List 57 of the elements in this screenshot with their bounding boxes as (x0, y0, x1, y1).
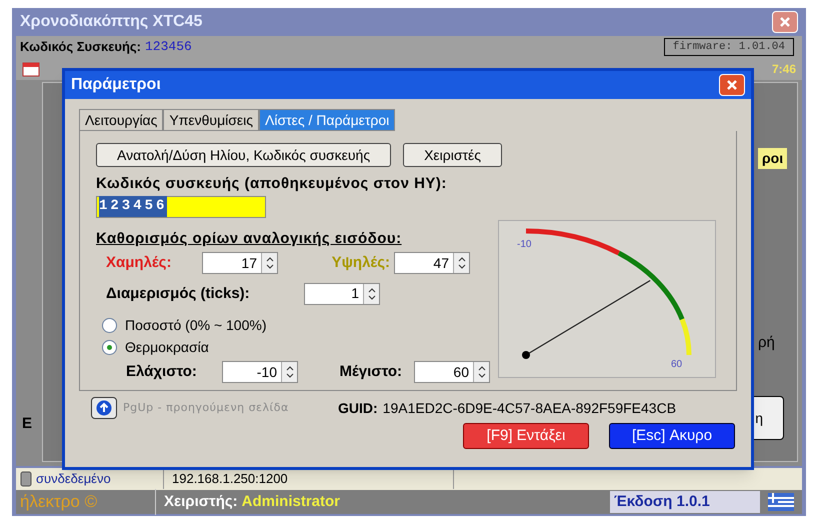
spin-field[interactable]: 60 (414, 361, 490, 384)
device-code-label: Κωδικός Συσκευής: (20, 38, 141, 56)
toolbar-button[interactable]: Ανατολή/Δύση Ηλίου, Κωδικός συσκευής (96, 143, 392, 167)
spin-field[interactable]: -10 (222, 361, 298, 384)
page-hint: PgUp - προηγούμενη σελίδα (123, 400, 290, 416)
version-text: Έκδοση 1.0.1 (610, 490, 760, 514)
tab[interactable]: Λίστες / Παράμετροι (259, 109, 396, 131)
calendar-icon[interactable] (22, 61, 40, 77)
gauge-min-label: -10 (517, 238, 532, 250)
toolbar-button[interactable]: Χειριστές (403, 143, 502, 167)
selected-text: 123456 (99, 196, 168, 217)
dialog-title: Παράμετροι (71, 75, 161, 95)
radio-label: Θερμοκρασία (125, 338, 209, 357)
device-code-field[interactable]: 123456 (96, 196, 266, 218)
guid-label: GUID: (338, 398, 378, 418)
spin-arrows-icon[interactable] (266, 256, 274, 270)
close-icon (726, 79, 738, 91)
device-code: 123456 (144, 38, 192, 56)
brand-text: ήλεκτρο © (16, 489, 156, 515)
gauge-max-label: 60 (671, 358, 682, 370)
radio-button[interactable] (102, 318, 117, 332)
flag-icon (768, 493, 794, 511)
cancel-button[interactable]: [Esc] Ακυρο (609, 423, 735, 449)
max-label: Μέγιστο: (338, 362, 403, 382)
close-button[interactable] (719, 74, 745, 96)
window-title: Χρονοδιακόπτης XTC45 (20, 12, 202, 32)
close-icon (779, 16, 791, 28)
tab[interactable]: Λειτουργίας (79, 109, 164, 131)
radio-button[interactable] (102, 340, 117, 354)
min-label: Ελάχιστο: (126, 362, 198, 382)
spin-arrows-icon[interactable] (368, 286, 376, 301)
spin-field[interactable]: 1 (304, 282, 380, 305)
spin-arrows-icon[interactable] (458, 256, 466, 270)
spin-field[interactable]: 17 (202, 252, 278, 274)
operator-label: Χειριστής: (164, 492, 238, 512)
background-text: ρή (758, 333, 775, 353)
operator-name: Administrator (242, 492, 340, 512)
ticks-label: Διαμερισμός (ticks): (106, 284, 251, 304)
high-limit-label: Υψηλές: (330, 253, 391, 273)
page-up-button[interactable] (91, 397, 117, 419)
close-button[interactable] (772, 11, 798, 33)
spin-field[interactable]: 47 (394, 252, 470, 274)
background-text: ροι (758, 148, 788, 169)
guid-value: 19A1ED2C-6D9E-4C57-8AEA-892F59FE43CB (382, 398, 676, 418)
ok-button[interactable]: [F9] Εντάξει (463, 423, 589, 449)
tab[interactable]: Υπενθυμίσεις (163, 109, 260, 131)
server-icon (20, 471, 32, 487)
low-limit-label: Χαμηλές: (106, 253, 172, 273)
background-text: Ε (22, 414, 32, 434)
section-title: Καθορισμός ορίων αναλογικής εισόδου: (96, 228, 403, 248)
spin-arrows-icon[interactable] (286, 365, 294, 380)
device-code-field-label: Κωδικός συσκευής (αποθηκευμένος στον ΗΥ): (96, 174, 448, 194)
connection-status: συνδεδεμένο (36, 470, 111, 488)
firmware-label: firmware: 1.01.04 (664, 38, 794, 56)
time-text: 7:46 (772, 61, 796, 78)
radio-label: Ποσοστό (0% ~ 100%) (125, 316, 266, 335)
spin-arrows-icon[interactable] (478, 365, 486, 380)
